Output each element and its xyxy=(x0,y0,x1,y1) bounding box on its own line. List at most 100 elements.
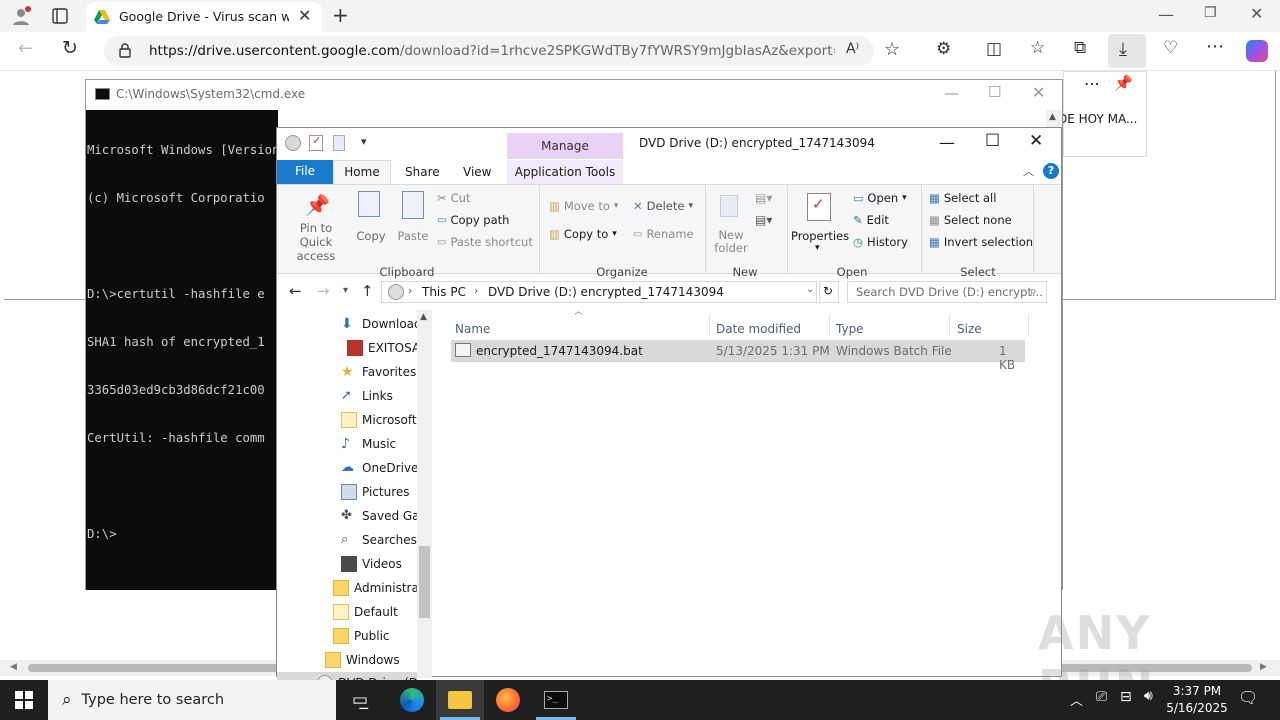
pin-to-quick-access-button[interactable]: 📌 Pin to Quick access xyxy=(283,189,349,263)
open-button[interactable]: ▭ Open ▾ xyxy=(853,191,907,205)
recent-locations-icon[interactable]: ▾ xyxy=(343,285,348,296)
column-divider[interactable] xyxy=(829,314,830,336)
taskbar-search-box[interactable]: ⌕ Type here to search xyxy=(48,680,336,720)
forward-arrow-icon[interactable]: → xyxy=(317,282,330,300)
tab-view[interactable]: View xyxy=(463,165,491,179)
new-folder-button[interactable]: New folder xyxy=(711,189,748,255)
select-all-button[interactable]: ▦ Select all xyxy=(929,191,996,205)
column-header-date[interactable]: Date modified xyxy=(716,322,801,336)
paste-shortcut-button[interactable]: ▭ Paste shortcut xyxy=(437,235,533,249)
invert-selection-button[interactable]: ▦ Invert selection xyxy=(929,235,1033,249)
column-header-type[interactable]: Type xyxy=(836,322,864,336)
collections-icon[interactable]: ⧉ xyxy=(1074,38,1086,58)
breadcrumb-this-pc[interactable]: This PC xyxy=(422,285,466,299)
split-screen-icon[interactable]: ◫ xyxy=(986,39,1002,59)
notifications-icon[interactable]: 🗨︎ xyxy=(1238,688,1258,707)
scroll-left-icon[interactable]: ◀ xyxy=(10,662,17,672)
nav-item-default[interactable]: Default xyxy=(333,601,398,623)
column-divider[interactable] xyxy=(949,314,950,336)
nav-item-exitosa[interactable]: EXITOSA xyxy=(347,337,420,359)
tab-application-tools[interactable]: Application Tools xyxy=(507,160,623,184)
file-explorer-taskbar-icon[interactable] xyxy=(436,680,484,720)
explorer-minimize-icon[interactable]: — xyxy=(939,133,955,152)
easy-access-icon[interactable]: ▤▾ xyxy=(755,213,772,227)
nav-item-videos[interactable]: Videos xyxy=(341,553,402,575)
extensions-icon[interactable]: ⚙ xyxy=(936,39,951,59)
column-divider[interactable] xyxy=(1028,314,1029,336)
nav-item-music[interactable]: ♪ Music xyxy=(341,433,396,455)
nav-item-windows[interactable]: Windows xyxy=(325,649,400,671)
copy-to-button[interactable]: ▥ Copy to ▾ xyxy=(549,227,617,241)
search-icon[interactable]: ⌕ xyxy=(1030,284,1037,299)
lock-icon[interactable] xyxy=(118,42,132,58)
cmd-titlebar[interactable]: C:\Windows\System32\cmd.exe — ☐ ✕ xyxy=(86,80,1062,110)
copy-path-button[interactable]: ▭ Copy path xyxy=(437,213,509,227)
settings-more-icon[interactable]: ⋯ xyxy=(1206,36,1224,57)
address-bar[interactable]: › This PC › DVD Drive (D:) encrypted_174… xyxy=(381,281,817,303)
new-tab-icon[interactable]: + xyxy=(332,3,349,27)
address-dropdown-icon[interactable]: ⌄ xyxy=(806,284,814,295)
clock[interactable]: 3:37 PM 5/16/2025 xyxy=(1164,683,1230,719)
properties-button[interactable]: ✓ Properties ▾ xyxy=(791,189,849,255)
minimize-browser-icon[interactable]: — xyxy=(1158,5,1174,24)
cmd-minimize-icon[interactable]: — xyxy=(944,84,959,102)
task-view-icon[interactable]: ▭̲ xyxy=(336,680,384,720)
downloads-button[interactable]: ⤓ xyxy=(1108,34,1146,68)
cmd-close-icon[interactable]: ✕ xyxy=(1032,83,1045,102)
help-icon[interactable]: ? xyxy=(1043,163,1059,179)
back-icon[interactable]: ← xyxy=(18,38,33,59)
breadcrumb-dvd-drive[interactable]: DVD Drive (D:) encrypted_1747143094 xyxy=(488,285,724,299)
column-header-size[interactable]: Size xyxy=(957,322,982,336)
manage-contextual-tab[interactable]: Manage xyxy=(507,133,623,159)
paste-button[interactable]: Paste xyxy=(395,189,431,249)
cut-button[interactable]: ✂ Cut xyxy=(437,191,470,205)
explorer-titlebar[interactable]: ✓ ▾ Manage DVD Drive (D:) encrypted_1747… xyxy=(277,128,1061,160)
cmd-console[interactable]: Microsoft Windows [Version 10.0.19045.40… xyxy=(86,110,278,590)
file-row[interactable]: encrypted_1747143094.bat 5/13/2025 1:31 … xyxy=(451,340,1025,372)
select-none-button[interactable]: ▦ Select none xyxy=(929,213,1012,227)
favorites-icon[interactable]: ☆ xyxy=(1030,38,1045,58)
tab-actions-icon[interactable] xyxy=(50,6,70,26)
edit-button[interactable]: ✎ Edit xyxy=(853,213,889,227)
new-folder-quick-icon[interactable] xyxy=(333,135,345,151)
close-tab-icon[interactable]: ✕ xyxy=(298,6,311,25)
nav-item-searches[interactable]: ⌕ Searches xyxy=(341,529,417,551)
nav-scrollbar[interactable]: ▲ xyxy=(417,310,432,678)
cmd-taskbar-icon[interactable]: >_ xyxy=(532,680,580,720)
properties-quick-icon[interactable]: ✓ xyxy=(309,134,323,151)
favorite-star-icon[interactable]: ☆ xyxy=(884,39,900,60)
tab-file[interactable]: File xyxy=(277,160,333,184)
restore-browser-icon[interactable]: ❐ xyxy=(1204,5,1217,21)
edge-taskbar-icon[interactable] xyxy=(388,680,436,720)
nav-item-links[interactable]: ➚ Links xyxy=(341,385,393,407)
up-arrow-icon[interactable]: ↑ xyxy=(361,282,374,300)
scroll-thumb[interactable] xyxy=(419,546,430,618)
move-to-button[interactable]: ▥ Move to ▾ xyxy=(549,199,618,213)
nav-item-saved-games[interactable]: ✤ Saved Gan xyxy=(341,505,427,527)
tab-home[interactable]: Home xyxy=(333,160,391,185)
device-icon[interactable]: ⎚ xyxy=(1096,689,1107,705)
collapse-ribbon-icon[interactable]: ︿ xyxy=(1023,163,1034,179)
nav-item-onedrive[interactable]: ☁ OneDrive xyxy=(341,457,418,479)
new-item-icon[interactable]: ▤▾ xyxy=(755,191,772,205)
pin-icon[interactable]: 📌 xyxy=(1114,74,1133,92)
search-box[interactable]: Search DVD Drive (D:) encrypt... ⌕ xyxy=(847,281,1047,303)
read-aloud-icon[interactable]: A⁾ xyxy=(846,41,859,57)
more-options-icon[interactable]: ⋯ xyxy=(1084,74,1100,93)
tab-share[interactable]: Share xyxy=(405,165,440,179)
copilot-icon[interactable] xyxy=(1246,40,1268,62)
profile-icon[interactable] xyxy=(8,4,34,28)
cmd-maximize-icon[interactable]: ☐ xyxy=(988,83,1001,101)
explorer-maximize-icon[interactable]: ☐ xyxy=(985,131,1000,151)
column-divider[interactable] xyxy=(709,314,710,336)
nav-item-pictures[interactable]: Pictures xyxy=(341,481,410,503)
delete-button[interactable]: ✕ Delete ▾ xyxy=(633,199,693,213)
explorer-close-icon[interactable]: ✕ xyxy=(1029,131,1043,151)
nav-item-favorites[interactable]: ★ Favorites xyxy=(341,361,416,383)
history-button[interactable]: ◷ History xyxy=(853,235,908,249)
nav-item-administrator[interactable]: Administrat xyxy=(333,577,424,599)
performance-icon[interactable]: ♡ xyxy=(1163,38,1178,58)
url-bar[interactable]: https://drive.usercontent.google.com/dow… xyxy=(104,36,900,66)
nav-item-downloads[interactable]: ⬇ Download xyxy=(341,313,422,335)
volume-icon[interactable]: 🔊︎ xyxy=(1144,688,1153,704)
